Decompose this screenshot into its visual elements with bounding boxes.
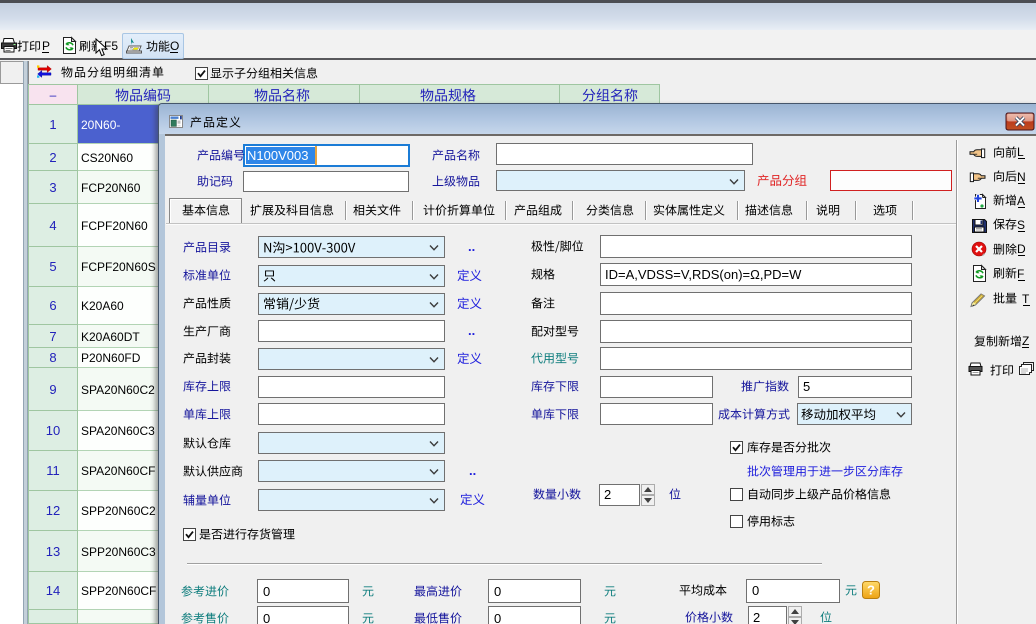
svg-text:?: ? (867, 583, 875, 598)
